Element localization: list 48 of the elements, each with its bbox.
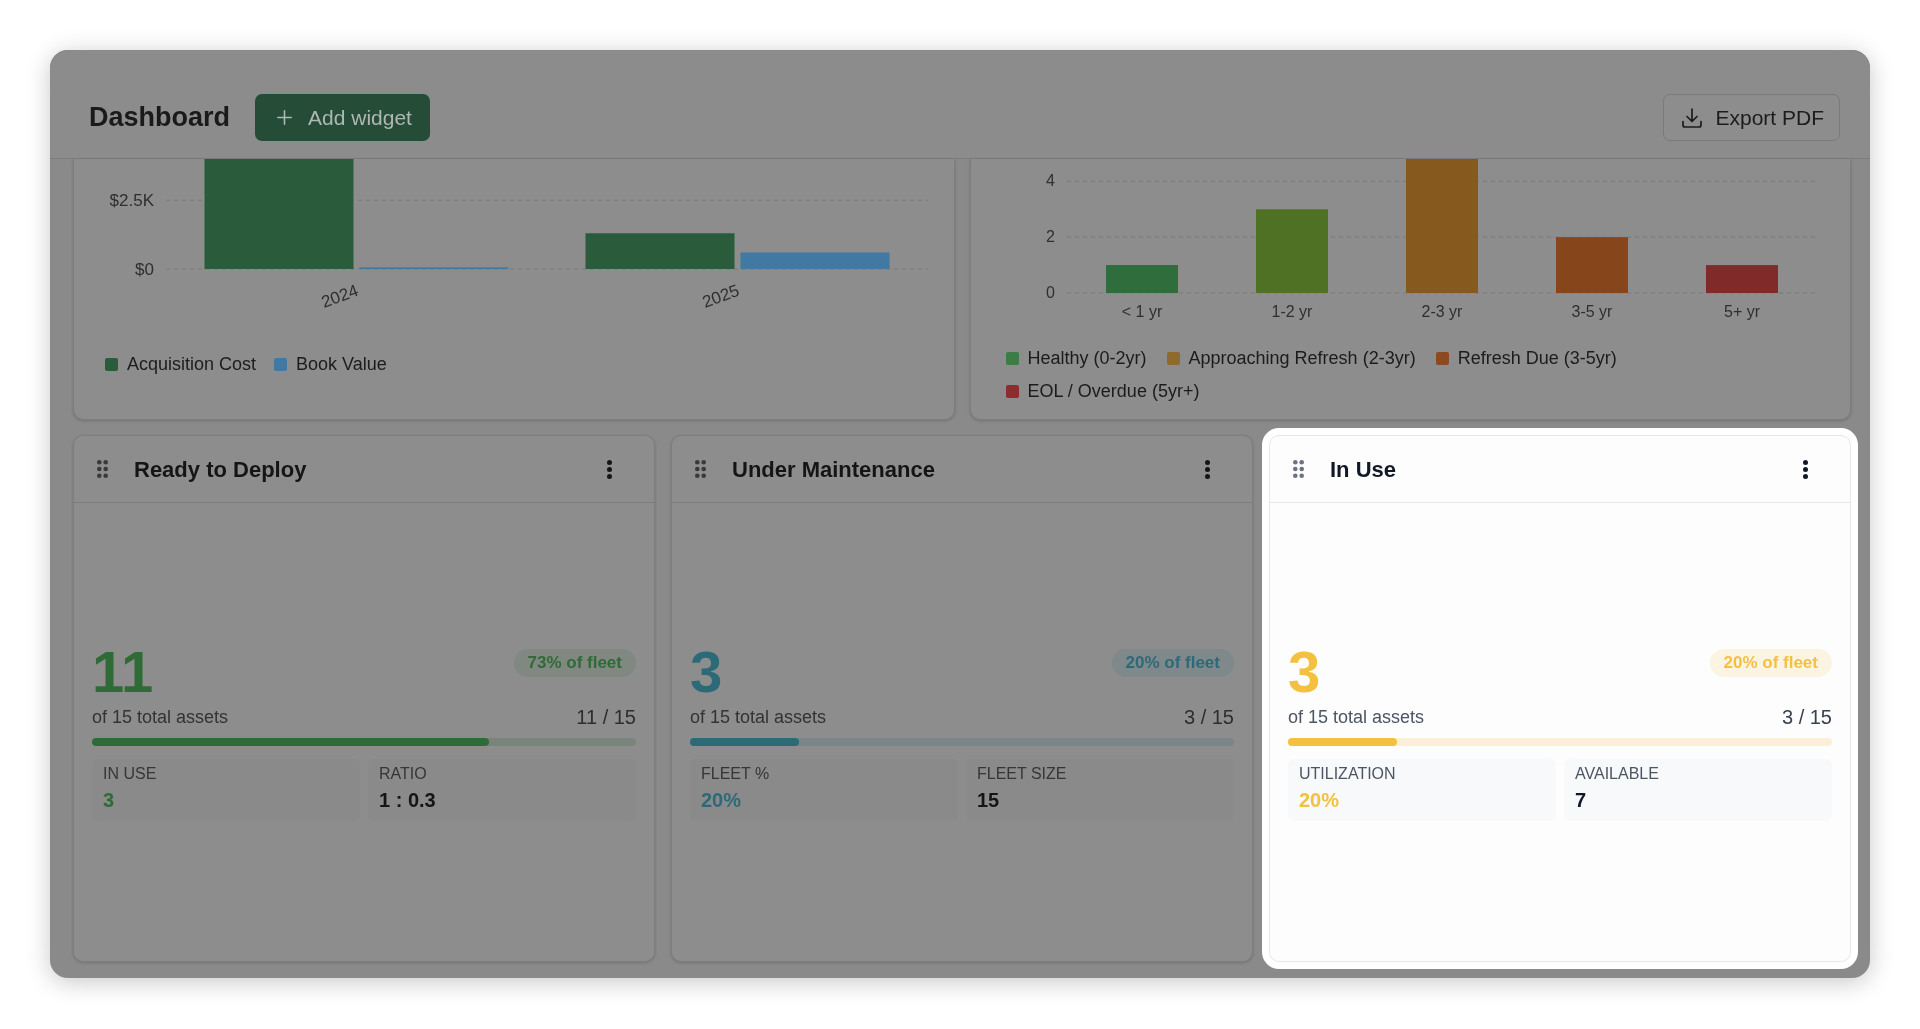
legend-label: Healthy (0-2yr) — [1027, 346, 1147, 370]
add-widget-button[interactable]: Add widget — [255, 94, 430, 141]
card-title: In Use — [1330, 455, 1397, 484]
stat-label: FLEET % — [701, 764, 771, 784]
count-ratio: 11 / 15 — [576, 705, 636, 730]
x-axis-label: 3-5 yr — [1571, 303, 1612, 320]
x-axis-label: < 1 yr — [1121, 303, 1162, 320]
card-title: Under Maintenance — [732, 455, 935, 484]
legend-label: Approaching Refresh (2-3yr) — [1188, 346, 1416, 370]
plus-icon — [277, 110, 293, 125]
stat-value: 11 — [92, 643, 154, 701]
drag-handle-icon[interactable] — [97, 460, 108, 478]
drag-handle-icon[interactable] — [695, 460, 706, 478]
stat-tile-value: 1 : 0.3 — [379, 788, 437, 813]
stat-value: 3 — [1288, 643, 1321, 701]
stat-tile-value: 20% — [701, 788, 743, 813]
stat-label: AVAILABLE — [1575, 764, 1660, 784]
more-options-icon[interactable] — [1803, 459, 1808, 479]
x-axis-label: 1-2 yr — [1271, 303, 1312, 320]
stat-label: IN USE — [103, 764, 158, 784]
count-ratio: 3 / 15 — [1183, 705, 1234, 730]
total-assets-caption: of 15 total assets — [92, 706, 229, 729]
drag-handle-icon[interactable] — [1293, 460, 1304, 478]
export-pdf-button[interactable]: Export PDF — [1663, 94, 1840, 141]
card-title: Ready to Deploy — [134, 455, 307, 484]
stat-label: FLEET SIZE — [977, 764, 1068, 784]
count-ratio: 3 / 15 — [1781, 705, 1832, 730]
stat-label: UTILIZATION — [1299, 764, 1397, 784]
stat-tile-value: 7 — [1575, 788, 1588, 813]
y-axis-label: 4 — [1045, 172, 1055, 190]
total-assets-caption: of 15 total assets — [690, 706, 827, 729]
x-axis-label: 5+ yr — [1723, 303, 1760, 320]
page-title: Dashboard — [89, 101, 231, 134]
stat-tile-value: 3 — [103, 788, 116, 813]
fleet-share-badge: 20% of fleet — [1709, 649, 1832, 677]
stat-value: 3 — [690, 643, 723, 701]
legend-label: Refresh Due (3-5yr) — [1457, 346, 1617, 370]
download-icon — [1682, 107, 1703, 128]
legend-label: EOL / Overdue (5yr+) — [1027, 379, 1200, 403]
x-axis-label: 2-3 yr — [1421, 303, 1462, 320]
stat-tile-value: 20% — [1299, 788, 1341, 813]
stat-tile-value: 15 — [977, 788, 1001, 813]
stat-label: RATIO — [379, 764, 428, 784]
total-assets-caption: of 15 total assets — [1288, 706, 1425, 729]
fleet-share-badge: 73% of fleet — [513, 649, 636, 677]
y-axis-label: 0 — [1045, 284, 1055, 301]
fleet-share-badge: 20% of fleet — [1111, 649, 1234, 677]
y-axis-label: 2 — [1045, 228, 1055, 246]
